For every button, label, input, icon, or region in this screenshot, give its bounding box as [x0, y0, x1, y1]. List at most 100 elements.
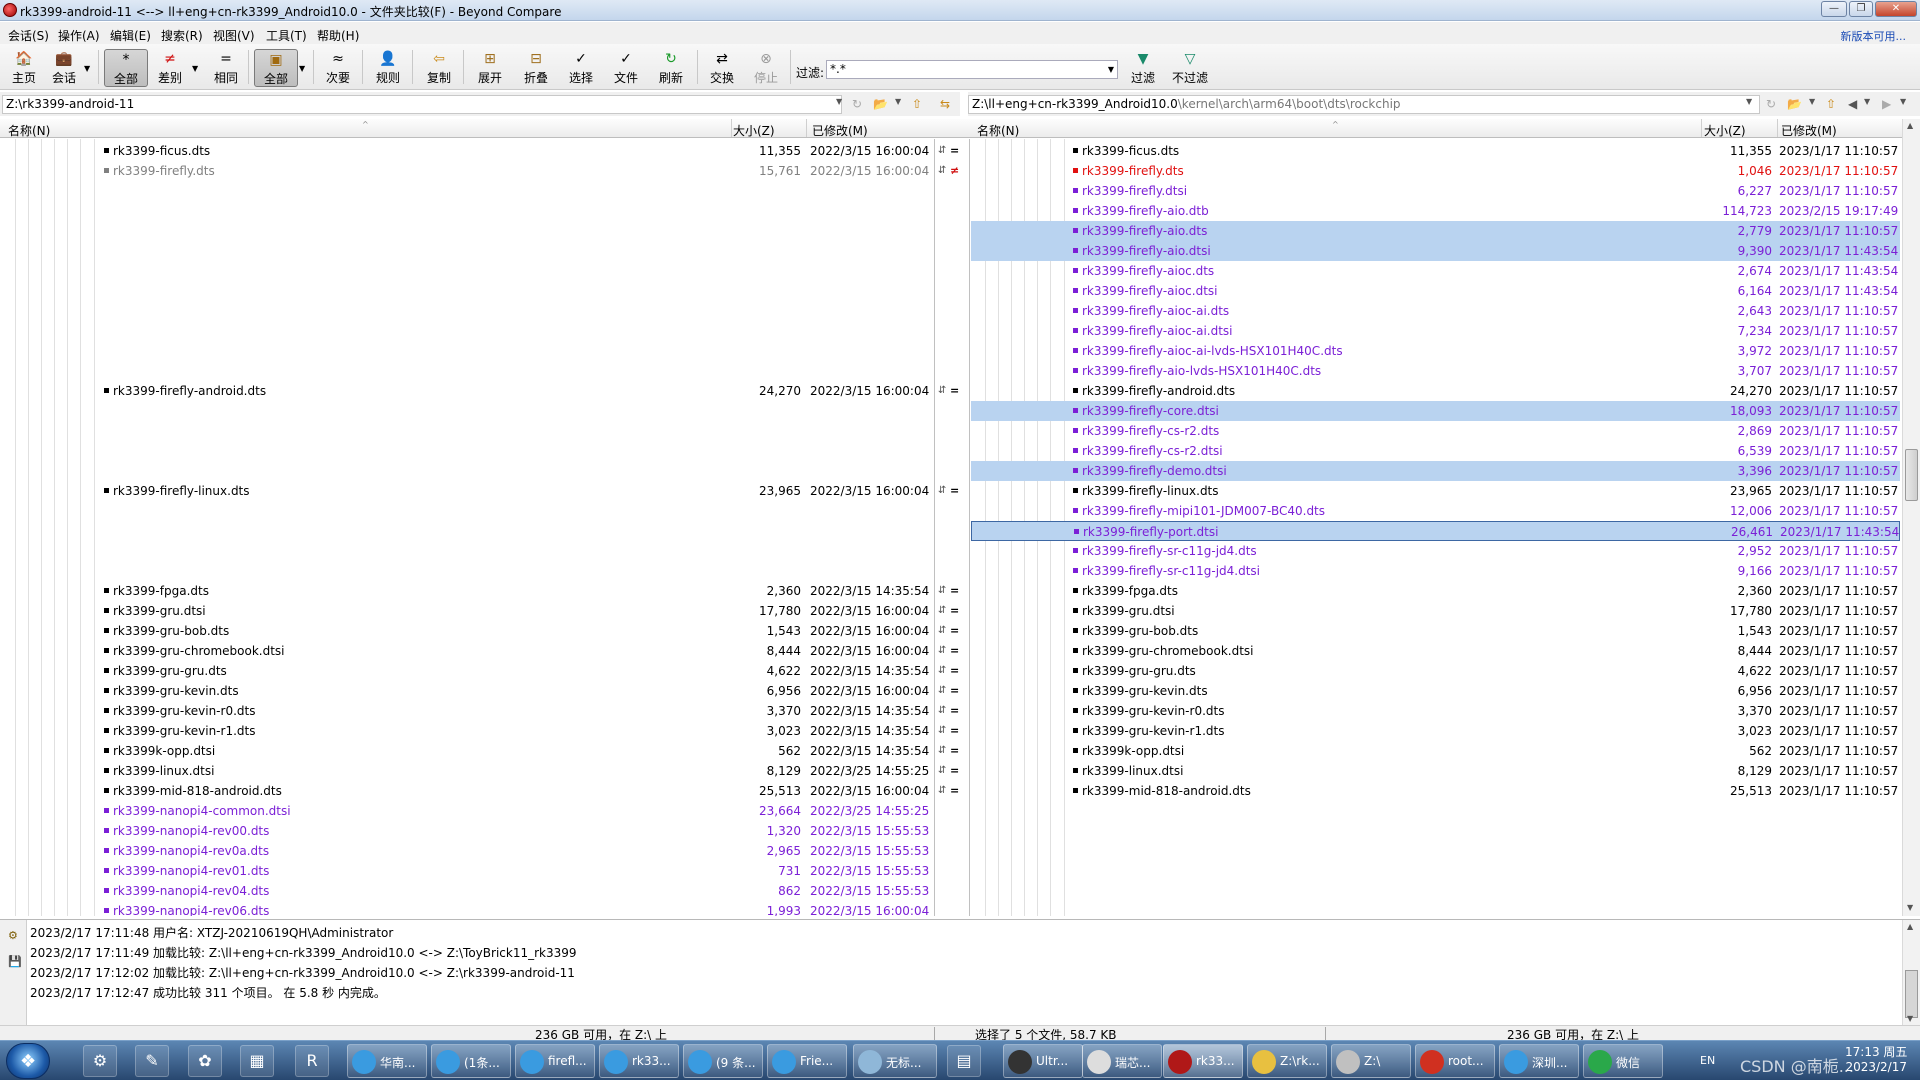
all-files-button[interactable]: ▣ 全部 [254, 49, 298, 87]
left-up-folder-icon[interactable]: ⇧ [912, 97, 922, 111]
file-row[interactable]: rk3399-firefly-android.dts 24,270 2022/3/1… [0, 381, 934, 401]
show-diff-button[interactable]: ≠ 差别 [150, 49, 190, 87]
file-row[interactable]: rk3399-linux.dtsi 8,129 2022/3/25 14:55:25 [0, 761, 934, 781]
start-button[interactable]: ❖ [6, 1043, 50, 1079]
filter-input[interactable]: *.* [826, 60, 1118, 79]
right-up-folder-icon[interactable]: ⇧ [1826, 97, 1836, 111]
file-row[interactable]: rk3399-firefly-cs-r2.dtsi 6,539 2023/1/17 … [971, 441, 1900, 461]
file-row[interactable]: rk3399-firefly-core.dtsi 18,093 2023/1/17 … [971, 401, 1900, 421]
file-row[interactable]: rk3399-firefly-port.dtsi 26,461 2023/1/17 … [971, 521, 1900, 541]
file-row[interactable]: rk3399-mid-818-android.dts 25,513 2022/3/1… [0, 781, 934, 801]
forward-dropdown-icon[interactable]: ▼ [1900, 97, 1906, 106]
taskbar-button[interactable]: Ultr... [1003, 1044, 1083, 1078]
file-row[interactable]: rk3399-nanopi4-rev00.dts 1,320 2022/3/15 1… [0, 821, 934, 841]
paint-icon[interactable]: ✿ [188, 1045, 222, 1077]
file-row[interactable]: rk3399-gru-chromebook.dtsi 8,444 2023/1/17… [971, 641, 1900, 661]
right-file-list[interactable]: rk3399-ficus.dts 11,355 2023/1/17 11:10:57… [971, 139, 1902, 916]
system-clock[interactable]: 17:13 周五 2023/2/17 [1845, 1045, 1907, 1075]
menu-tools[interactable]: 工具(T) [266, 27, 307, 44]
scroll-down-icon[interactable]: ▼ [1907, 903, 1913, 912]
maximize-button[interactable]: ❐ [1849, 1, 1873, 17]
left-browse-folder-icon[interactable]: 📂 [873, 97, 888, 111]
right-path-dropdown-icon[interactable]: ▼ [1746, 97, 1752, 106]
file-row[interactable]: rk3399-nanopi4-rev04.dts 862 2022/3/15 15:… [0, 881, 934, 901]
file-row[interactable]: rk3399-firefly-aioc.dtsi 6,164 2023/1/17 1… [971, 281, 1900, 301]
left-browse-dropdown-icon[interactable]: ▼ [895, 97, 901, 106]
scroll-up-icon[interactable]: ▲ [1907, 922, 1913, 931]
control-panel-icon[interactable]: ⚙ [83, 1045, 117, 1077]
taskbar-button[interactable]: (9 条... [683, 1044, 763, 1078]
file-row[interactable]: rk3399-nanopi4-rev0a.dts 2,965 2022/3/15 1… [0, 841, 934, 861]
taskbar-button[interactable]: firefl... [515, 1044, 595, 1078]
column-divider[interactable] [731, 119, 732, 137]
left-path-input[interactable]: Z:\rk3399-android-11 [2, 95, 842, 114]
file-row[interactable]: rk3399-firefly-aio.dtsi 9,390 2023/1/17 11… [971, 241, 1900, 261]
file-row[interactable]: rk3399-firefly.dts 1,046 2023/1/17 11:10:5… [971, 161, 1900, 181]
left-path-dropdown-icon[interactable]: ▼ [836, 97, 842, 106]
left-size-column[interactable]: 大小(Z) [733, 122, 775, 139]
taskbar-button[interactable]: Frie... [767, 1044, 847, 1078]
file-row[interactable]: rk3399-mid-818-android.dts 25,513 2023/1/1… [971, 781, 1900, 801]
left-name-column[interactable]: 名称(N) [8, 122, 50, 139]
file-row[interactable]: rk3399-gru-bob.dts 1,543 2022/3/15 16:00:0… [0, 621, 934, 641]
file-row[interactable]: rk3399-firefly-sr-c11g-jd4.dtsi 9,166 2023… [971, 561, 1900, 581]
back-icon[interactable]: ◀ [1848, 97, 1857, 111]
file-row[interactable]: rk3399-firefly-mipi101-JDM007-BC40.dts 12… [971, 501, 1900, 521]
session-button[interactable]: 💼 会话 [44, 49, 84, 87]
menu-view[interactable]: 视图(V) [213, 27, 255, 44]
file-row[interactable]: rk3399-firefly-aioc-ai-lvds-HSX101H40C.d… [971, 341, 1900, 361]
files-button[interactable]: ✓ 文件 [606, 49, 646, 87]
show-all-button[interactable]: * 全部 [104, 49, 148, 87]
file-row[interactable]: rk3399k-opp.dtsi 562 2023/1/17 11:10:57 [971, 741, 1900, 761]
home-button[interactable]: 🏠 主页 [4, 49, 44, 87]
scroll-up-icon[interactable]: ▲ [1907, 121, 1913, 130]
file-row[interactable]: rk3399-gru-chromebook.dtsi 8,444 2022/3/15… [0, 641, 934, 661]
left-file-list[interactable]: rk3399-ficus.dts 11,355 2022/3/15 16:00:04… [0, 139, 934, 916]
file-row[interactable]: rk3399-gru-gru.dts 4,622 2022/3/15 14:35:5… [0, 661, 934, 681]
file-row[interactable]: rk3399-firefly-linux.dts 23,965 2023/1/17 … [971, 481, 1900, 501]
language-indicator[interactable]: EN [1700, 1054, 1715, 1067]
file-row[interactable]: rk3399-linux.dtsi 8,129 2023/1/17 11:10:57 [971, 761, 1900, 781]
taskbar-button[interactable]: 华南... [347, 1044, 427, 1078]
swap-sides-icon[interactable]: ⇆ [940, 97, 950, 111]
taskbar-button[interactable]: rk33... [1163, 1044, 1243, 1078]
filter-button[interactable]: ▼ 过滤 [1123, 49, 1163, 87]
filter-dropdown-icon[interactable]: ▼ [1104, 60, 1118, 79]
diff-dropdown-icon[interactable]: ▼ [192, 64, 198, 73]
file-row[interactable]: rk3399-firefly-cs-r2.dts 2,869 2023/1/17 1… [971, 421, 1900, 441]
taskbar-button[interactable]: rk33... [599, 1044, 679, 1078]
menu-edit[interactable]: 编辑(E) [110, 27, 151, 44]
file-row[interactable]: rk3399-gru-kevin-r0.dts 3,370 2022/3/15 14… [0, 701, 934, 721]
close-button[interactable]: ✕ [1875, 1, 1917, 17]
taskbar-button[interactable]: 微信 [1583, 1044, 1663, 1078]
file-row[interactable]: rk3399-gru-kevin.dts 6,956 2023/1/17 11:10… [971, 681, 1900, 701]
file-row[interactable]: rk3399-gru-bob.dts 1,543 2023/1/17 11:10:5… [971, 621, 1900, 641]
minimize-button[interactable]: — [1821, 1, 1847, 17]
file-row[interactable]: rk3399-gru-kevin-r0.dts 3,370 2023/1/17 11… [971, 701, 1900, 721]
taskbar-button[interactable]: Z:\rk... [1247, 1044, 1327, 1078]
taskbar-button[interactable]: 瑞芯... [1082, 1044, 1162, 1078]
file-row[interactable]: rk3399-firefly-aioc-ai.dts 2,643 2023/1/17… [971, 301, 1900, 321]
file-row[interactable]: rk3399-nanopi4-rev06.dts 1,993 2022/3/15 1… [0, 901, 934, 916]
right-history-icon[interactable]: ↻ [1766, 97, 1776, 111]
file-row[interactable]: rk3399-firefly.dts 15,761 2022/3/15 16:00:… [0, 161, 934, 181]
file-row[interactable]: rk3399-firefly-aioc.dts 2,674 2023/1/17 11… [971, 261, 1900, 281]
right-name-column[interactable]: 名称(N) [977, 122, 1019, 139]
calculator-icon[interactable]: ▤ [947, 1045, 981, 1077]
right-browse-dropdown-icon[interactable]: ▼ [1809, 97, 1815, 106]
file-row[interactable]: rk3399-gru-kevin.dts 6,956 2022/3/15 16:00… [0, 681, 934, 701]
file-row[interactable]: rk3399-firefly.dtsi 6,227 2023/1/17 11:10:… [971, 181, 1900, 201]
back-dropdown-icon[interactable]: ▼ [1864, 97, 1870, 106]
taskbar-button[interactable]: root... [1415, 1044, 1495, 1078]
no-filter-button[interactable]: ▽ 不过滤 [1168, 49, 1212, 87]
minor-button[interactable]: ≈ 次要 [318, 49, 358, 87]
file-row[interactable]: rk3399-nanopi4-common.dtsi 23,664 2022/3/2… [0, 801, 934, 821]
all-files-dropdown-icon[interactable]: ▼ [299, 64, 305, 73]
column-divider[interactable] [1701, 119, 1702, 137]
left-history-icon[interactable]: ↻ [852, 97, 862, 111]
taskbar-button[interactable]: Z:\ [1331, 1044, 1411, 1078]
column-divider[interactable] [806, 119, 807, 137]
file-row[interactable]: rk3399-firefly-android.dts 24,270 2023/1/1… [971, 381, 1900, 401]
file-row[interactable]: rk3399-fpga.dts 2,360 2023/1/17 11:10:57 [971, 581, 1900, 601]
session-dropdown-icon[interactable]: ▼ [84, 64, 90, 73]
